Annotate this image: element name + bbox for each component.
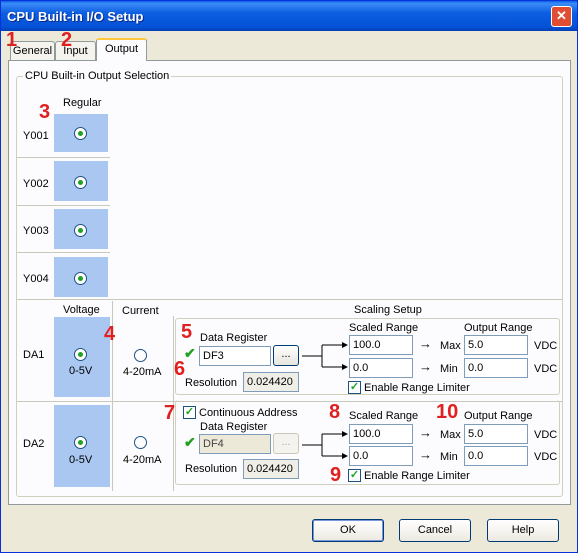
da1-current-text: 4-20mA — [123, 366, 162, 378]
da2-max-label: Max — [440, 429, 461, 441]
da1-max-unit: VDC — [534, 340, 558, 352]
da1-max-arrow-icon: → — [419, 336, 432, 351]
tab-output[interactable]: Output — [96, 38, 147, 61]
row-label-da2: DA2 — [23, 438, 45, 450]
da1-range-limiter-label: Enable Range Limiter — [364, 382, 470, 394]
divider — [17, 299, 562, 300]
regular-cell-y002[interactable] — [54, 161, 108, 201]
close-icon[interactable]: ✕ — [551, 6, 572, 27]
da2-scaled-range-label: Scaled Range — [349, 410, 419, 422]
cancel-button[interactable]: Cancel — [399, 519, 471, 542]
da2-output-min-input[interactable]: 0.0 — [464, 446, 528, 466]
regular-cell-y003[interactable] — [54, 209, 108, 249]
da2-current-text: 4-20mA — [123, 454, 162, 466]
da2-resolution-label: Resolution — [185, 463, 237, 475]
da2-browse-button[interactable]: ... — [273, 433, 299, 454]
divider — [17, 252, 110, 253]
radio-da2-current[interactable] — [134, 436, 147, 449]
row-label-y002: Y002 — [23, 178, 49, 190]
radio-da1-current[interactable] — [134, 349, 147, 362]
output-tab-panel: CPU Built-in Output Selection Regular Y0… — [8, 60, 571, 505]
row-label-y004: Y004 — [23, 273, 49, 285]
da1-scaled-min-input[interactable]: 0.0 — [349, 358, 413, 378]
regular-cell-y001[interactable] — [54, 114, 108, 152]
voltage-cell-da1[interactable]: 0-5V — [54, 317, 110, 397]
da2-range-limiter-label: Enable Range Limiter — [364, 470, 470, 482]
da2-max-unit: VDC — [534, 429, 558, 441]
da2-connector-lines — [302, 431, 348, 459]
callout-7: 7 — [164, 402, 176, 424]
da1-min-unit: VDC — [534, 363, 558, 375]
da1-data-register-input[interactable]: DF3 — [199, 346, 271, 366]
row-label-y001: Y001 — [23, 130, 49, 142]
regular-header: Regular — [63, 97, 102, 109]
da2-scaled-min-input[interactable]: 0.0 — [349, 446, 413, 466]
da2-max-arrow-icon: → — [419, 425, 432, 440]
da2-output-max-input[interactable]: 5.0 — [464, 424, 528, 444]
callout-3: 3 — [39, 101, 51, 123]
da1-valid-check-icon: ✔ — [184, 345, 196, 361]
da1-resolution-value: 0.024420 — [243, 372, 299, 392]
da1-range-limiter-checkbox[interactable]: ✓ — [348, 381, 361, 394]
divider — [17, 205, 110, 206]
da1-max-label: Max — [440, 340, 461, 352]
callout-8: 8 — [329, 401, 341, 423]
radio-da1-voltage[interactable] — [74, 348, 87, 361]
da2-min-label: Min — [440, 451, 458, 463]
ok-button[interactable]: OK — [312, 519, 384, 542]
tab-general-label: General — [12, 45, 53, 57]
da2-valid-check-icon: ✔ — [184, 434, 196, 450]
callout-5: 5 — [181, 321, 193, 343]
radio-y004-regular[interactable] — [74, 272, 87, 285]
callout-6: 6 — [174, 358, 186, 380]
da1-browse-button[interactable]: ... — [273, 345, 299, 366]
da1-data-register-label: Data Register — [200, 332, 268, 344]
da2-min-arrow-icon: → — [419, 447, 432, 462]
divider — [17, 157, 110, 158]
da2-data-register-label: Data Register — [200, 421, 268, 433]
callout-2: 2 — [61, 29, 73, 51]
da1-output-min-input[interactable]: 0.0 — [464, 358, 528, 378]
regular-cell-y004[interactable] — [54, 257, 108, 297]
title-bar[interactable]: CPU Built-in I/O Setup ✕ — [1, 1, 577, 31]
da2-scaled-max-input[interactable]: 100.0 — [349, 424, 413, 444]
row-label-y003: Y003 — [23, 225, 49, 237]
radio-da2-voltage[interactable] — [74, 436, 87, 449]
da2-min-unit: VDC — [534, 451, 558, 463]
radio-y002-regular[interactable] — [74, 176, 87, 189]
dialog-window: CPU Built-in I/O Setup ✕ General Input O… — [0, 0, 578, 553]
da1-resolution-label: Resolution — [185, 377, 237, 389]
callout-1: 1 — [6, 29, 18, 51]
tab-output-label: Output — [104, 43, 139, 55]
da1-voltage-text: 0-5V — [69, 365, 93, 377]
callout-4: 4 — [104, 323, 116, 345]
scaling-setup-header: Scaling Setup — [354, 304, 422, 316]
da1-connector-lines — [302, 342, 348, 370]
da1-scaled-range-label: Scaled Range — [349, 322, 419, 334]
voltage-header: Voltage — [63, 304, 100, 316]
da1-min-arrow-icon: → — [419, 359, 432, 374]
da1-min-label: Min — [440, 363, 458, 375]
da1-scaled-max-input[interactable]: 100.0 — [349, 335, 413, 355]
da2-voltage-text: 0-5V — [69, 454, 93, 466]
da2-resolution-value: 0.024420 — [243, 459, 299, 479]
callout-10: 10 — [436, 401, 459, 423]
da2-range-limiter-checkbox[interactable]: ✓ — [348, 469, 361, 482]
current-header: Current — [122, 305, 159, 317]
output-selection-title: CPU Built-in Output Selection — [23, 70, 172, 82]
voltage-cell-da2[interactable]: 0-5V — [54, 405, 110, 487]
da2-data-register-input[interactable]: DF4 — [199, 434, 271, 454]
window-title: CPU Built-in I/O Setup — [7, 9, 144, 24]
da1-output-max-input[interactable]: 5.0 — [464, 335, 528, 355]
radio-y003-regular[interactable] — [74, 224, 87, 237]
da1-output-range-label: Output Range — [464, 322, 533, 334]
row-label-da1: DA1 — [23, 349, 45, 361]
da2-output-range-label: Output Range — [464, 410, 533, 422]
callout-9: 9 — [330, 464, 342, 486]
radio-y001-regular[interactable] — [74, 127, 87, 140]
help-button[interactable]: Help — [487, 519, 559, 542]
